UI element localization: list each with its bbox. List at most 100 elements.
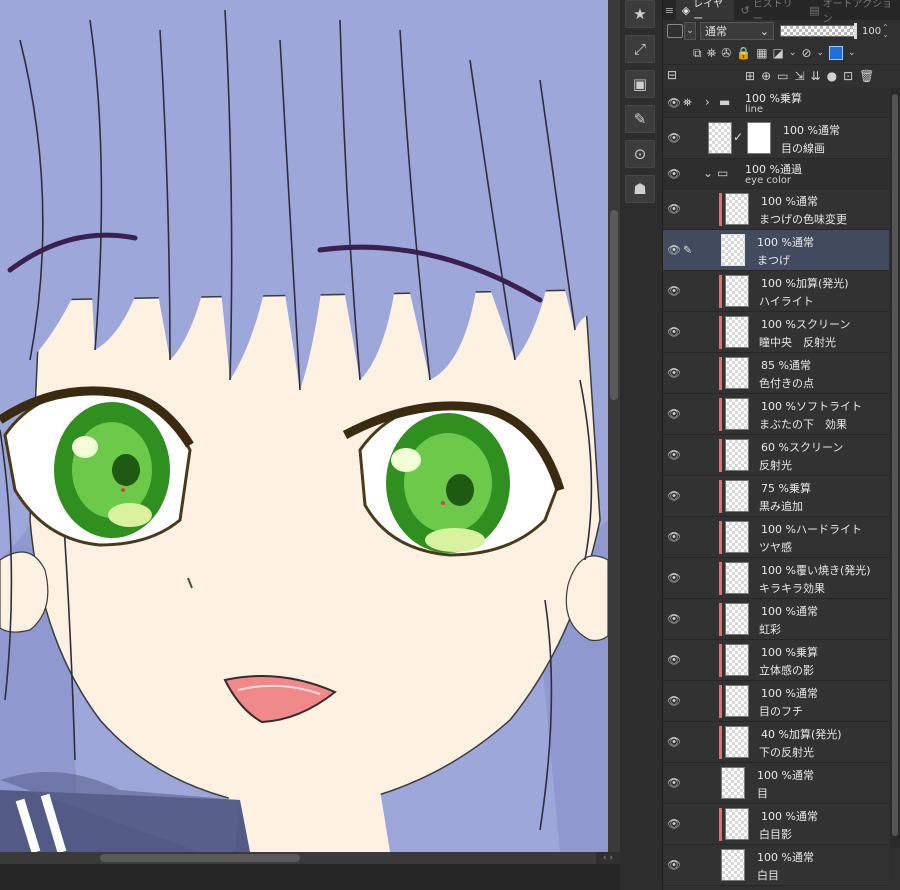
layer-thumbnail xyxy=(725,726,749,758)
layer-thumbnail xyxy=(725,398,749,430)
chevron-down-icon[interactable]: ⌄ xyxy=(817,48,825,58)
canvas-horizontal-scrollbar[interactable] xyxy=(0,852,608,864)
search-layer-icon[interactable]: ⊙ xyxy=(625,140,655,168)
scroll-thumb[interactable] xyxy=(610,210,618,400)
draft-layer-icon[interactable]: ✇ xyxy=(721,46,731,60)
eye-icon[interactable]: 👁 xyxy=(667,736,681,749)
panel-tabs: ≡ ◈ レイヤー ↺ ヒストリー ▤ オートアクション xyxy=(663,0,900,25)
layer-list[interactable]: 👁 ⛯ › ▬ 100 %乗算 line 👁 ✓ 100 %通常 目の線画 👁 … xyxy=(663,88,889,886)
eye-icon[interactable]: 👁 xyxy=(667,132,681,145)
combine-to-lower-icon[interactable]: ⇊ xyxy=(811,69,821,83)
sub-view-icon[interactable]: ▣ xyxy=(625,70,655,98)
new-raster-layer-icon[interactable]: ⊞ xyxy=(745,69,755,83)
new-vector-layer-icon[interactable]: ⊕ xyxy=(761,69,771,83)
ruler-icon[interactable]: ⊘ xyxy=(801,46,811,60)
eye-icon[interactable]: 👁 xyxy=(667,449,681,462)
layer-thumbnail xyxy=(708,122,732,154)
layer-row[interactable]: 👁 100 %通常 白目 xyxy=(663,845,889,886)
opacity-spinner-icon[interactable]: ⌃ ⌄ xyxy=(882,24,889,39)
eye-icon[interactable]: 👁 xyxy=(667,167,681,180)
tab-auto-action[interactable]: ▤ オートアクション xyxy=(803,0,900,25)
layer-row[interactable]: 👁 100 %通常 虹彩 xyxy=(663,599,889,640)
eye-icon[interactable]: 👁 xyxy=(667,777,681,790)
eye-icon[interactable]: 👁 xyxy=(667,818,681,831)
chevron-down-icon[interactable]: ⌄ xyxy=(684,22,696,40)
apply-mask-icon[interactable]: ⊡ xyxy=(843,69,853,83)
layer-row[interactable]: 👁 100 %通常 目 xyxy=(663,763,889,804)
tab-layer[interactable]: ◈ レイヤー xyxy=(675,0,735,25)
reference-icon[interactable]: ⛯ xyxy=(683,96,692,110)
layer-row-folder[interactable]: 👁 ⛯ › ▬ 100 %乗算 line xyxy=(663,88,889,118)
reference-layer-icon[interactable]: ⛯ xyxy=(707,46,717,61)
navigator-icon[interactable]: ⤢ xyxy=(625,35,655,63)
layer-row[interactable]: 👁 85 %通常 色付きの点 xyxy=(663,353,889,394)
history-icon: ↺ xyxy=(740,3,750,17)
clipping-indicator xyxy=(719,726,722,759)
layer-row-selected[interactable]: 👁 ✎ 100 %通常 まつげ xyxy=(663,230,889,271)
layer-row[interactable]: 👁 100 %通常 目のフチ xyxy=(663,681,889,722)
slider-knob[interactable] xyxy=(854,23,857,39)
eye-icon[interactable]: 👁 xyxy=(667,490,681,503)
split-layer-pane-icon[interactable]: ⊟ xyxy=(667,68,677,82)
property-edit-icon[interactable]: ✎ xyxy=(625,105,655,133)
scroll-arrows-icon[interactable]: ‹ › xyxy=(596,852,620,864)
eye-icon[interactable]: 👁 xyxy=(667,96,681,109)
layer-list-scrollbar[interactable] xyxy=(890,88,900,848)
layer-options-row: ⧉ ⛯ ✇ 🔒 ▦ ◪ ⌄ ⊘ ⌄ ⌄ xyxy=(663,42,900,64)
new-folder-icon[interactable]: ▭ xyxy=(777,69,788,83)
eye-icon[interactable]: 👁 xyxy=(667,613,681,626)
panel-menu-icon[interactable]: ≡ xyxy=(663,4,676,17)
clipping-indicator xyxy=(719,644,722,677)
opacity-value[interactable]: 100 xyxy=(862,26,881,37)
chevron-down-icon[interactable]: ⌄ xyxy=(789,48,797,58)
mask-enable-icon[interactable]: ◪ xyxy=(773,46,784,60)
layer-row-folder[interactable]: 👁 ⌄ ▭ 100 %通過 eye color xyxy=(663,159,889,189)
character-pose-icon[interactable]: ☗ xyxy=(625,175,655,203)
layer-row[interactable]: 👁 ✓ 100 %通常 目の線画 xyxy=(663,118,889,159)
layer-row[interactable]: 👁 100 %ソフトライト まぶたの下 効果 xyxy=(663,394,889,435)
layer-row[interactable]: 👁 100 %ハードライト ツヤ感 xyxy=(663,517,889,558)
material-star-icon[interactable]: ★ xyxy=(625,0,655,28)
eye-icon[interactable]: 👁 xyxy=(667,572,681,585)
layer-row[interactable]: 👁 75 %乗算 黒み追加 xyxy=(663,476,889,517)
layer-color-swatch[interactable] xyxy=(829,46,844,60)
eye-icon[interactable]: 👁 xyxy=(667,695,681,708)
create-mask-icon[interactable]: ● xyxy=(827,69,837,83)
layer-color-icon[interactable] xyxy=(667,24,683,38)
layer-thumbnail xyxy=(725,644,749,676)
eye-icon[interactable]: 👁 xyxy=(667,859,681,872)
eye-icon[interactable]: 👁 xyxy=(667,531,681,544)
scroll-thumb[interactable] xyxy=(892,94,898,836)
transfer-to-lower-icon[interactable]: ⇲ xyxy=(794,69,804,83)
eye-icon[interactable]: 👁 xyxy=(667,654,681,667)
eye-icon[interactable]: 👁 xyxy=(667,285,681,298)
chevron-down-icon[interactable]: ⌄ xyxy=(703,166,713,180)
clipping-indicator xyxy=(719,562,722,595)
layer-row[interactable]: 👁 100 %加算(発光) ハイライト xyxy=(663,271,889,312)
eye-icon[interactable]: 👁 xyxy=(667,244,681,257)
canvas-vertical-scrollbar[interactable] xyxy=(608,0,620,852)
layer-row[interactable]: 👁 100 %スクリーン 瞳中央 反射光 xyxy=(663,312,889,353)
lock-transparency-icon[interactable]: ▦ xyxy=(756,46,767,60)
drawing-canvas[interactable] xyxy=(0,0,608,852)
layer-row[interactable]: 👁 100 %通常 まつげの色味変更 xyxy=(663,189,889,230)
layer-row[interactable]: 👁 60 %スクリーン 反射光 xyxy=(663,435,889,476)
opacity-slider[interactable] xyxy=(780,23,857,39)
blend-mode-select[interactable]: 通常 ⌄ xyxy=(700,22,774,40)
lock-icon[interactable]: 🔒 xyxy=(736,46,751,60)
eye-icon[interactable]: 👁 xyxy=(667,203,681,216)
trash-icon[interactable]: 🗑 xyxy=(859,69,874,83)
scroll-thumb[interactable] xyxy=(100,854,300,862)
layer-row[interactable]: 👁 100 %乗算 立体感の影 xyxy=(663,640,889,681)
layer-row[interactable]: 👁 100 %覆い焼き(発光) キラキラ効果 xyxy=(663,558,889,599)
layer-row[interactable]: 👁 40 %加算(発光) 下の反射光 xyxy=(663,722,889,763)
layer-row[interactable]: 👁 100 %通常 白目影 xyxy=(663,804,889,845)
eye-icon[interactable]: 👁 xyxy=(667,367,681,380)
eye-icon[interactable]: 👁 xyxy=(667,326,681,339)
eye-icon[interactable]: 👁 xyxy=(667,408,681,421)
chevron-down-icon[interactable]: ⌄ xyxy=(848,48,856,58)
clip-lower-layer-icon[interactable]: ⧉ xyxy=(693,46,702,61)
layer-panel: ≡ ◈ レイヤー ↺ ヒストリー ▤ オートアクション ⌄ 通常 ⌄ 100 ⌃… xyxy=(663,0,900,890)
chevron-right-icon[interactable]: › xyxy=(705,95,710,109)
tab-history[interactable]: ↺ ヒストリー xyxy=(734,0,803,25)
